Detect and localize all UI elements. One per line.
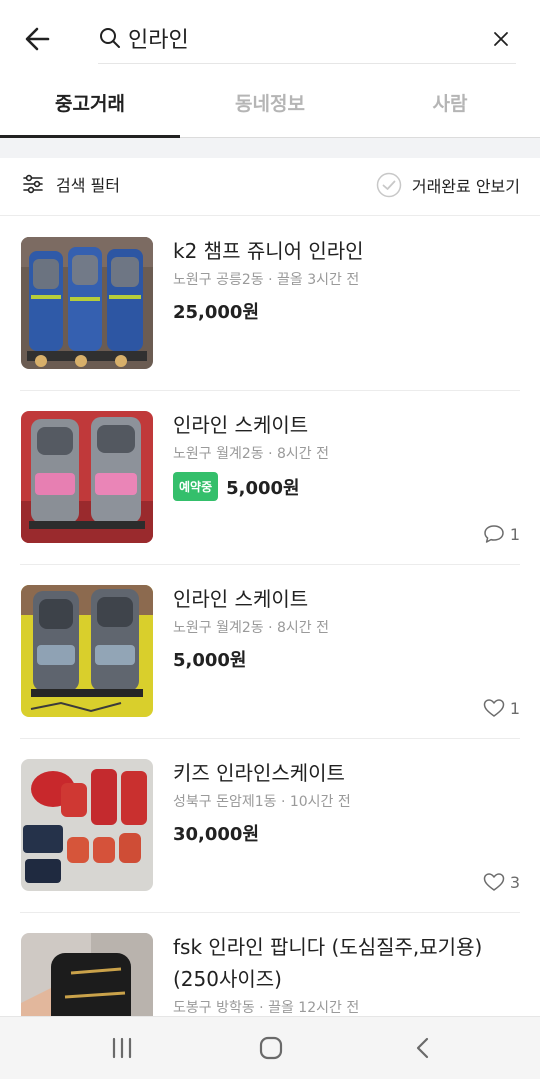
- search-tabs: 중고거래 동네정보 사람: [0, 72, 540, 138]
- tab-used-trade[interactable]: 중고거래: [0, 72, 180, 138]
- item-meta: 노원구 월계2동 · 8시간 전: [173, 446, 329, 462]
- close-icon: [494, 32, 508, 46]
- item-title: 인라인 스케이트: [173, 587, 309, 611]
- item-price: 25,000원: [173, 302, 260, 323]
- system-navigation-bar: [0, 1016, 540, 1079]
- heart-icon: [483, 873, 505, 891]
- product-thumbnail: [21, 237, 153, 369]
- reserved-badge: 예약중: [173, 472, 219, 501]
- price-row: 예약중 5,000원: [173, 472, 520, 501]
- hide-completed-label: 거래완료 안보기: [411, 177, 520, 196]
- item-meta: 도봉구 방학동 · 끌올 12시간 전: [173, 1000, 360, 1016]
- section-divider: [0, 138, 540, 158]
- recent-apps-button[interactable]: [107, 1033, 137, 1063]
- chevron-left-icon: [416, 1037, 429, 1059]
- product-thumbnail: [21, 759, 153, 891]
- price-row: 30,000원: [173, 820, 520, 846]
- search-icon: [100, 28, 120, 48]
- item-title: 인라인 스케이트: [173, 413, 309, 437]
- back-arrow-icon: [25, 27, 50, 51]
- chat-bubble-icon: [484, 525, 504, 543]
- filter-bar: 검색 필터 거래완료 안보기: [0, 158, 540, 216]
- like-count: 1: [483, 698, 520, 718]
- item-title: 키즈 인라인스케이트: [173, 761, 345, 785]
- product-thumbnail: [21, 933, 153, 1017]
- clear-search-button[interactable]: [488, 26, 514, 52]
- chat-count-value: 1: [509, 524, 520, 544]
- list-item[interactable]: 인라인 스케이트 노원구 월계2동 · 8시간 전 5,000원 1: [20, 565, 520, 739]
- item-title: k2 챔프 쥬니어 인라인: [173, 239, 364, 263]
- like-count-value: 1: [509, 698, 520, 718]
- list-item[interactable]: 키즈 인라인스케이트 성북구 돈암제1동 · 10시간 전 30,000원 3: [20, 739, 520, 913]
- item-price: 5,000원: [226, 477, 300, 499]
- item-info: 인라인 스케이트 노원구 월계2동 · 8시간 전 5,000원: [173, 583, 520, 672]
- home-icon: [259, 1036, 283, 1060]
- item-info: 인라인 스케이트 노원구 월계2동 · 8시간 전 예약중 5,000원: [173, 409, 520, 501]
- price-row: 25,000원: [173, 298, 520, 324]
- item-meta: 성북구 돈암제1동 · 10시간 전: [173, 794, 351, 810]
- search-input[interactable]: [128, 18, 468, 58]
- item-price: 30,000원: [173, 824, 260, 845]
- like-count: 3: [483, 872, 520, 892]
- filter-sliders-icon: [23, 174, 43, 194]
- system-back-button[interactable]: [408, 1033, 438, 1063]
- item-meta: 노원구 공릉2동 · 끌올 3시간 전: [173, 272, 360, 288]
- item-meta: 노원구 월계2동 · 8시간 전: [173, 620, 329, 636]
- item-title: fsk 인라인 팝니다 (도심질주,묘기용)(250사이즈): [173, 935, 483, 991]
- check-circle-icon: [376, 172, 402, 198]
- home-button[interactable]: [256, 1033, 286, 1063]
- item-info: fsk 인라인 팝니다 (도심질주,묘기용)(250사이즈) 도봉구 방학동 ·…: [173, 931, 520, 1017]
- product-list: k2 챔프 쥬니어 인라인 노원구 공릉2동 · 끌올 3시간 전 25,000…: [0, 217, 540, 1017]
- like-count-value: 3: [509, 872, 520, 892]
- search-bar: [98, 14, 516, 64]
- tab-neighborhood-info[interactable]: 동네정보: [180, 72, 360, 137]
- search-header: [0, 0, 540, 72]
- chat-count: 1: [483, 524, 520, 544]
- heart-icon: [483, 699, 505, 717]
- recent-apps-icon: [112, 1037, 132, 1059]
- list-item[interactable]: fsk 인라인 팝니다 (도심질주,묘기용)(250사이즈) 도봉구 방학동 ·…: [20, 913, 520, 1017]
- list-item[interactable]: k2 챔프 쥬니어 인라인 노원구 공릉2동 · 끌올 3시간 전 25,000…: [20, 217, 520, 391]
- hide-completed-toggle[interactable]: 거래완료 안보기: [376, 172, 520, 198]
- back-button[interactable]: [20, 22, 54, 56]
- search-filter-label: 검색 필터: [56, 176, 120, 195]
- list-item[interactable]: 인라인 스케이트 노원구 월계2동 · 8시간 전 예약중 5,000원 1: [20, 391, 520, 565]
- item-info: 키즈 인라인스케이트 성북구 돈암제1동 · 10시간 전 30,000원: [173, 757, 520, 846]
- product-thumbnail: [21, 585, 153, 717]
- item-info: k2 챔프 쥬니어 인라인 노원구 공릉2동 · 끌올 3시간 전 25,000…: [173, 235, 520, 324]
- search-filter-button[interactable]: 검색 필터: [22, 172, 120, 196]
- price-row: 5,000원: [173, 646, 520, 672]
- item-price: 5,000원: [173, 650, 247, 671]
- tab-people[interactable]: 사람: [360, 72, 540, 137]
- product-thumbnail: [21, 411, 153, 543]
